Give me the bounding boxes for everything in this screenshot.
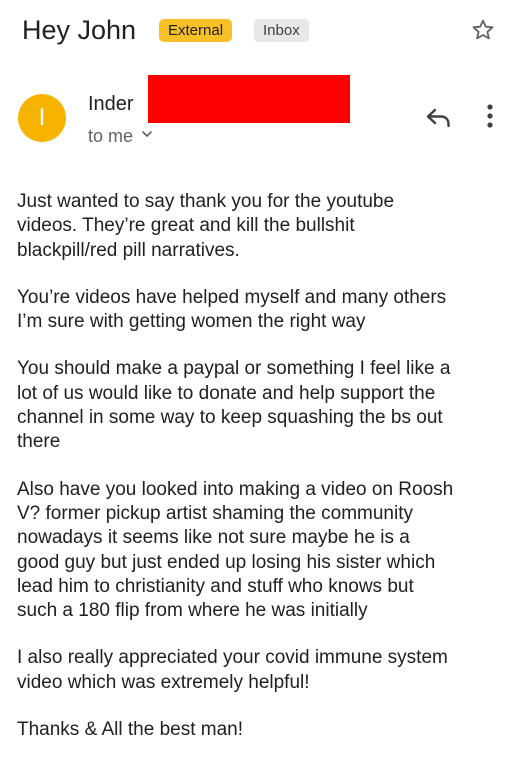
body-paragraph: I also really appreciated your covid imm… [17,647,448,693]
email-body: Just wanted to say thank you for the you… [17,190,507,765]
body-paragraph: Thanks & All the best man! [17,719,244,741]
sender-name[interactable]: Inder [88,91,134,117]
subject-row: Hey John External Inbox [22,12,501,48]
recipient-label: to me [88,126,134,146]
reply-icon[interactable] [425,104,453,130]
external-label-badge: External [159,19,233,42]
email-subject: Hey John [22,15,137,45]
sender-avatar[interactable]: I [18,94,66,142]
more-vert-icon[interactable] [478,102,502,130]
body-paragraph: Also have you looked into making a video… [17,478,454,622]
star-icon[interactable] [471,18,495,42]
chevron-down-icon[interactable] [141,128,153,140]
body-paragraph: Just wanted to say thank you for the you… [17,191,395,261]
recipient-details-toggle[interactable]: to me [88,125,153,147]
inbox-label-chip[interactable]: Inbox [254,19,309,42]
body-paragraph: You’re videos have helped myself and man… [17,286,447,333]
redaction-block [148,75,350,123]
body-paragraph: You should make a paypal or something I … [17,358,451,453]
